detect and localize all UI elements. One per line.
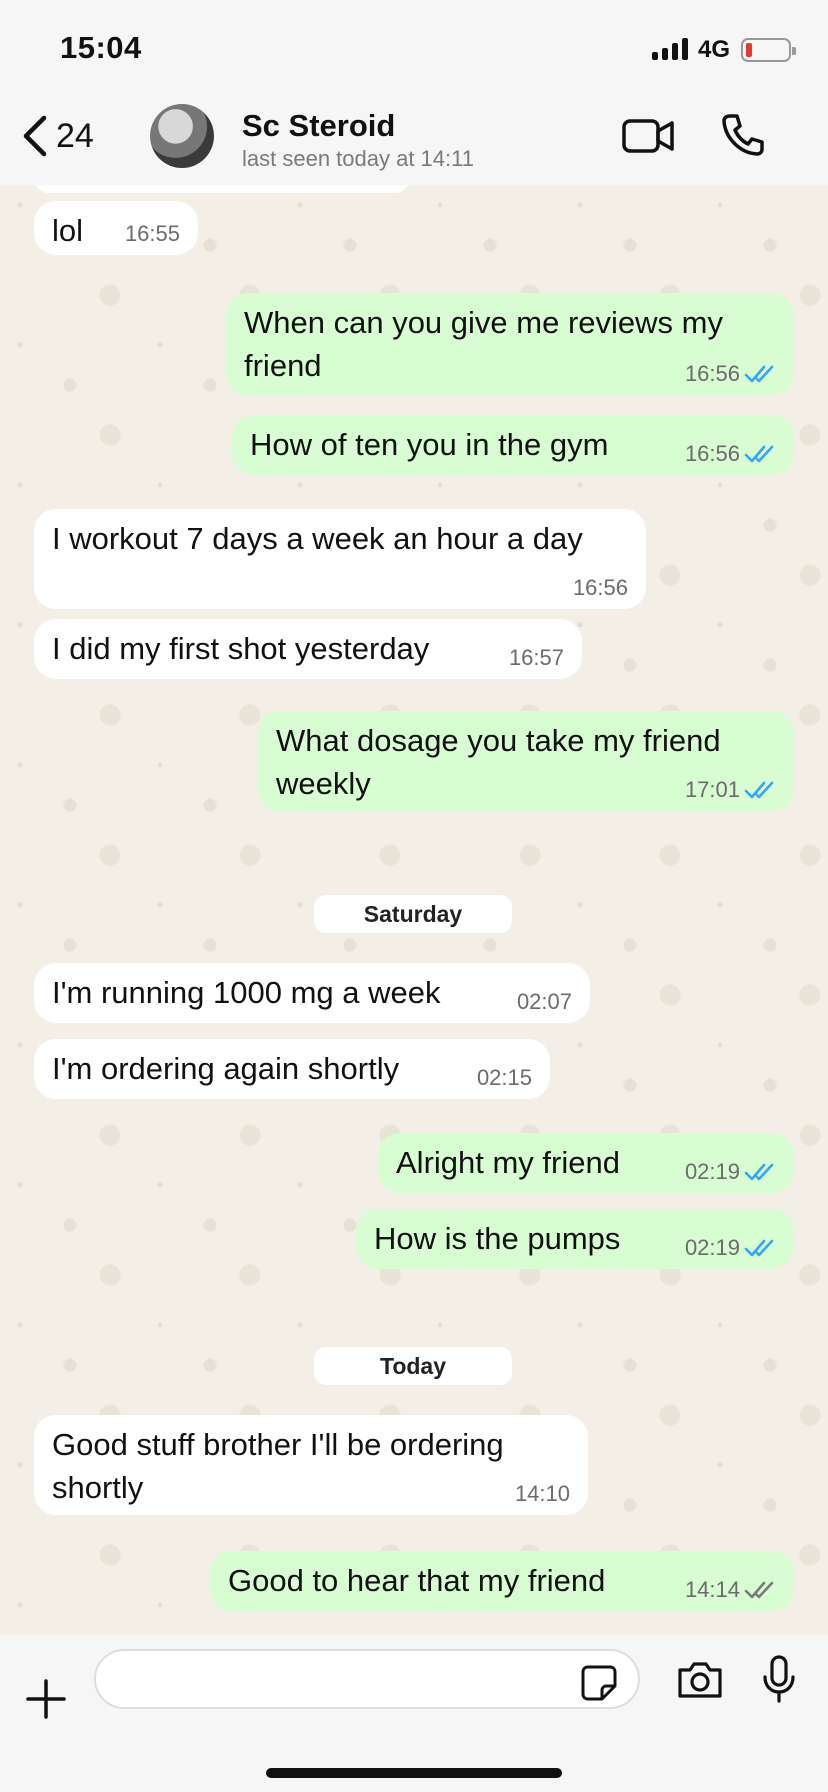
message-bubble-incoming[interactable]: I'm running 1000 mg a week 02:07 xyxy=(34,963,590,1023)
avatar[interactable] xyxy=(150,104,214,168)
message-bubble-incoming[interactable]: I did my first shot yesterday 16:57 xyxy=(34,619,582,679)
sticker-button[interactable] xyxy=(580,1664,618,1707)
message-time: 17:01 xyxy=(684,777,740,802)
voice-call-button[interactable] xyxy=(720,112,766,163)
double-check-read-icon xyxy=(744,365,774,383)
phone-icon xyxy=(722,114,764,156)
home-indicator[interactable] xyxy=(266,1768,562,1778)
microphone-button[interactable] xyxy=(762,1655,796,1708)
network-type: 4G xyxy=(698,36,731,63)
video-camera-icon xyxy=(622,119,674,153)
attach-button[interactable] xyxy=(26,1679,66,1724)
message-bubble-outgoing[interactable]: How is the pumps 02:19 xyxy=(356,1209,794,1269)
message-time: 02:19 xyxy=(684,1235,740,1260)
date-separator: Today xyxy=(314,1347,512,1385)
battery-icon xyxy=(741,38,796,62)
message-time: 16:55 xyxy=(124,221,180,246)
message-bubble-outgoing[interactable]: When can you give me reviews my friend 1… xyxy=(226,293,794,395)
message-bubble-outgoing[interactable]: What dosage you take my friend weekly 17… xyxy=(258,711,794,811)
message-bubble-outgoing[interactable]: Good to hear that my friend 14:14 xyxy=(210,1551,794,1611)
back-button[interactable]: 24 xyxy=(22,114,94,158)
double-check-read-icon xyxy=(744,445,774,463)
unread-count: 24 xyxy=(56,116,94,155)
double-check-read-icon xyxy=(744,781,774,799)
message-time: 16:56 xyxy=(572,575,628,600)
double-check-delivered-icon xyxy=(744,1581,774,1599)
plus-icon xyxy=(26,1679,66,1719)
message-input[interactable] xyxy=(94,1649,640,1709)
message-bubble-incoming[interactable]: lol 16:55 xyxy=(34,201,198,255)
message-bubble-outgoing[interactable]: Alright my friend 02:19 xyxy=(378,1133,794,1193)
message-time: 02:15 xyxy=(476,1065,532,1090)
message-time: 16:57 xyxy=(508,645,564,670)
signal-icon xyxy=(652,38,688,60)
camera-button[interactable] xyxy=(676,1660,724,1705)
message-bubble-incoming[interactable]: I'm ordering again shortly 02:15 xyxy=(34,1039,550,1099)
contact-name[interactable]: Sc Steroid xyxy=(242,108,395,144)
message-bubble-incoming[interactable]: Good stuff brother I'll be ordering shor… xyxy=(34,1415,588,1515)
message-time: 14:14 xyxy=(684,1577,740,1602)
double-check-read-icon xyxy=(744,1163,774,1181)
video-call-button[interactable] xyxy=(622,118,674,159)
status-time: 15:04 xyxy=(60,30,142,65)
chat-area[interactable]: lol 16:55 When can you give me reviews m… xyxy=(0,185,828,1635)
message-time: 02:07 xyxy=(516,989,572,1014)
message-time: 02:19 xyxy=(684,1159,740,1184)
message-bubble-incoming[interactable]: I workout 7 days a week an hour a day 16… xyxy=(34,509,646,609)
message-time: 16:56 xyxy=(684,441,740,466)
camera-icon xyxy=(678,1662,722,1698)
chat-header: 24 Sc Steroid last seen today at 14:11 xyxy=(0,96,828,185)
sticker-icon xyxy=(581,1665,617,1701)
last-seen-status: last seen today at 14:11 xyxy=(242,146,474,171)
double-check-read-icon xyxy=(744,1239,774,1257)
message-time: 16:56 xyxy=(684,361,740,386)
date-separator: Saturday xyxy=(314,895,512,933)
message-time: 14:10 xyxy=(514,1481,570,1506)
microphone-icon xyxy=(763,1655,795,1703)
status-bar: 15:04 4G xyxy=(0,0,828,96)
chevron-left-icon xyxy=(23,115,47,157)
message-bubble-outgoing[interactable]: How of ten you in the gym 16:56 xyxy=(232,415,794,475)
partial-message xyxy=(34,185,410,193)
